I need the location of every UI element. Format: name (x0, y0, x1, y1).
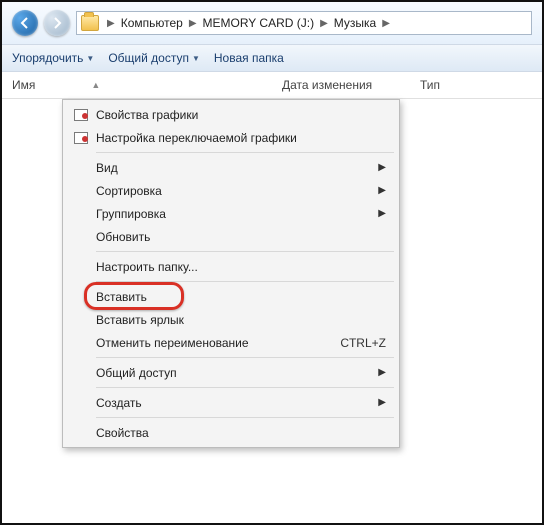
chevron-right-icon: ▶ (382, 18, 390, 29)
chevron-right-icon: ▶ (189, 18, 197, 29)
menu-label: Обновить (96, 230, 150, 244)
menu-graphics-switch[interactable]: Настройка переключаемой графики (66, 126, 396, 149)
toolbar-organize[interactable]: Упорядочить ▼ (12, 51, 94, 65)
display-icon (72, 107, 90, 123)
menu-separator (96, 281, 394, 282)
menu-paste[interactable]: Вставить (66, 285, 396, 308)
menu-graphics-properties[interactable]: Свойства графики (66, 103, 396, 126)
toolbar-new-folder-label: Новая папка (214, 51, 284, 65)
chevron-right-icon: ▶ (378, 162, 386, 173)
nav-back-button[interactable] (12, 10, 38, 36)
menu-customize-folder[interactable]: Настроить папку... (66, 255, 396, 278)
column-type-label: Тип (420, 78, 440, 92)
menu-create[interactable]: Создать ▶ (66, 391, 396, 414)
chevron-right-icon: ▶ (378, 397, 386, 408)
chevron-right-icon: ▶ (378, 367, 386, 378)
chevron-right-icon: ▶ (378, 185, 386, 196)
column-headers: Имя ▲ Дата изменения Тип (2, 72, 542, 99)
breadcrumb[interactable]: ▶ Компьютер ▶ MEMORY CARD (J:) ▶ Музыка … (76, 11, 532, 35)
menu-separator (96, 417, 394, 418)
toolbar-new-folder[interactable]: Новая папка (214, 51, 284, 65)
chevron-right-icon: ▶ (320, 18, 328, 29)
menu-separator (96, 357, 394, 358)
nav-forward-button[interactable] (44, 10, 70, 36)
menu-sort[interactable]: Сортировка ▶ (66, 179, 396, 202)
toolbar: Упорядочить ▼ Общий доступ ▼ Новая папка (2, 45, 542, 72)
menu-label: Свойства графики (96, 108, 198, 122)
menu-label: Создать (96, 396, 142, 410)
menu-refresh[interactable]: Обновить (66, 225, 396, 248)
chevron-down-icon: ▼ (86, 54, 94, 63)
menu-view[interactable]: Вид ▶ (66, 156, 396, 179)
toolbar-share[interactable]: Общий доступ ▼ (108, 51, 200, 65)
chevron-right-icon: ▶ (378, 208, 386, 219)
menu-label: Общий доступ (96, 366, 177, 380)
menu-shortcut: CTRL+Z (340, 336, 386, 350)
chevron-right-icon: ▶ (107, 18, 115, 29)
display-icon (72, 130, 90, 146)
menu-separator (96, 251, 394, 252)
breadcrumb-music[interactable]: Музыка (332, 16, 378, 30)
breadcrumb-computer[interactable]: Компьютер (119, 16, 185, 30)
menu-separator (96, 387, 394, 388)
column-name[interactable]: Имя ▲ (12, 78, 282, 92)
menu-properties[interactable]: Свойства (66, 421, 396, 444)
menu-group[interactable]: Группировка ▶ (66, 202, 396, 225)
sort-ascending-icon: ▲ (91, 80, 100, 90)
chevron-down-icon: ▼ (192, 54, 200, 63)
menu-separator (96, 152, 394, 153)
menu-paste-shortcut[interactable]: Вставить ярлык (66, 308, 396, 331)
column-date-label: Дата изменения (282, 78, 372, 92)
menu-label: Отменить переименование (96, 336, 249, 350)
toolbar-share-label: Общий доступ (108, 51, 189, 65)
menu-label: Свойства (96, 426, 149, 440)
menu-label: Группировка (96, 207, 166, 221)
column-date[interactable]: Дата изменения (282, 78, 420, 92)
menu-label: Вид (96, 161, 118, 175)
column-name-label: Имя (12, 78, 35, 92)
menu-label: Настроить папку... (96, 260, 198, 274)
menu-label: Настройка переключаемой графики (96, 131, 297, 145)
nav-bar: ▶ Компьютер ▶ MEMORY CARD (J:) ▶ Музыка … (2, 2, 542, 45)
menu-share-access[interactable]: Общий доступ ▶ (66, 361, 396, 384)
menu-label: Вставить (96, 290, 147, 304)
context-menu: Свойства графики Настройка переключаемой… (62, 99, 400, 448)
folder-icon (81, 15, 99, 31)
toolbar-organize-label: Упорядочить (12, 51, 83, 65)
breadcrumb-memory-card[interactable]: MEMORY CARD (J:) (201, 16, 317, 30)
menu-undo-rename[interactable]: Отменить переименование CTRL+Z (66, 331, 396, 354)
file-list-area[interactable]: Свойства графики Настройка переключаемой… (2, 99, 542, 479)
menu-label: Сортировка (96, 184, 162, 198)
column-type[interactable]: Тип (420, 78, 532, 92)
menu-label: Вставить ярлык (96, 313, 184, 327)
